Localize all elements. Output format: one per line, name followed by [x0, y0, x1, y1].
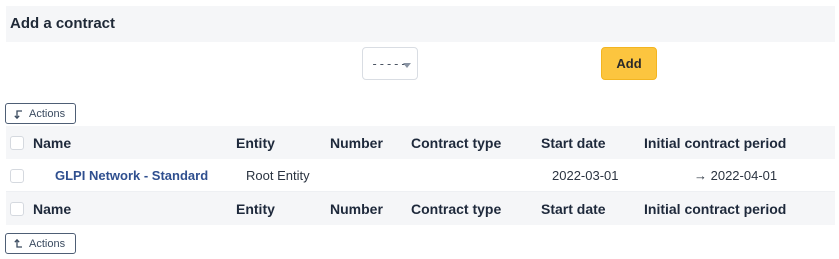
table-footer: Name Entity Number Contract type Start d… — [6, 192, 835, 225]
contract-entity: Root Entity — [246, 168, 310, 183]
column-footer-contract-type[interactable]: Contract type — [411, 192, 501, 225]
actions-button-top[interactable]: Actions — [5, 103, 76, 124]
column-footer-number[interactable]: Number — [330, 192, 383, 225]
column-header-start-date[interactable]: Start date — [541, 126, 606, 159]
column-header-contract-type[interactable]: Contract type — [411, 126, 501, 159]
contract-select-value: ----- — [371, 57, 408, 71]
contract-select[interactable]: ----- — [362, 47, 418, 80]
contract-start-date: 2022-03-01 — [552, 168, 619, 183]
corner-down-arrow-icon — [14, 109, 22, 119]
column-header-initial-contract-period[interactable]: Initial contract period — [644, 126, 786, 159]
column-footer-initial-contract-period[interactable]: Initial contract period — [644, 192, 786, 225]
select-all-checkbox[interactable] — [10, 136, 24, 150]
column-header-name[interactable]: Name — [33, 126, 71, 159]
column-footer-start-date[interactable]: Start date — [541, 192, 606, 225]
table-row: GLPI Network - Standard Root Entity 2022… — [6, 159, 835, 192]
corner-up-arrow-icon — [14, 238, 22, 248]
select-all-checkbox-footer[interactable] — [10, 202, 24, 216]
column-footer-entity[interactable]: Entity — [236, 192, 275, 225]
contract-initial-period: → 2022-04-01 — [694, 168, 778, 183]
column-footer-name[interactable]: Name — [33, 192, 71, 225]
chevron-down-icon — [403, 63, 411, 68]
table-header: Name Entity Number Contract type Start d… — [6, 126, 835, 159]
actions-label: Actions — [29, 237, 66, 250]
add-button[interactable]: Add — [601, 47, 657, 80]
actions-button-bottom[interactable]: Actions — [5, 233, 76, 254]
add-contract-header: Add a contract — [6, 6, 835, 42]
column-header-number[interactable]: Number — [330, 126, 383, 159]
contract-name-link[interactable]: GLPI Network - Standard — [55, 159, 208, 192]
actions-label: Actions — [29, 107, 66, 120]
column-header-entity[interactable]: Entity — [236, 126, 275, 159]
row-checkbox[interactable] — [10, 169, 24, 183]
